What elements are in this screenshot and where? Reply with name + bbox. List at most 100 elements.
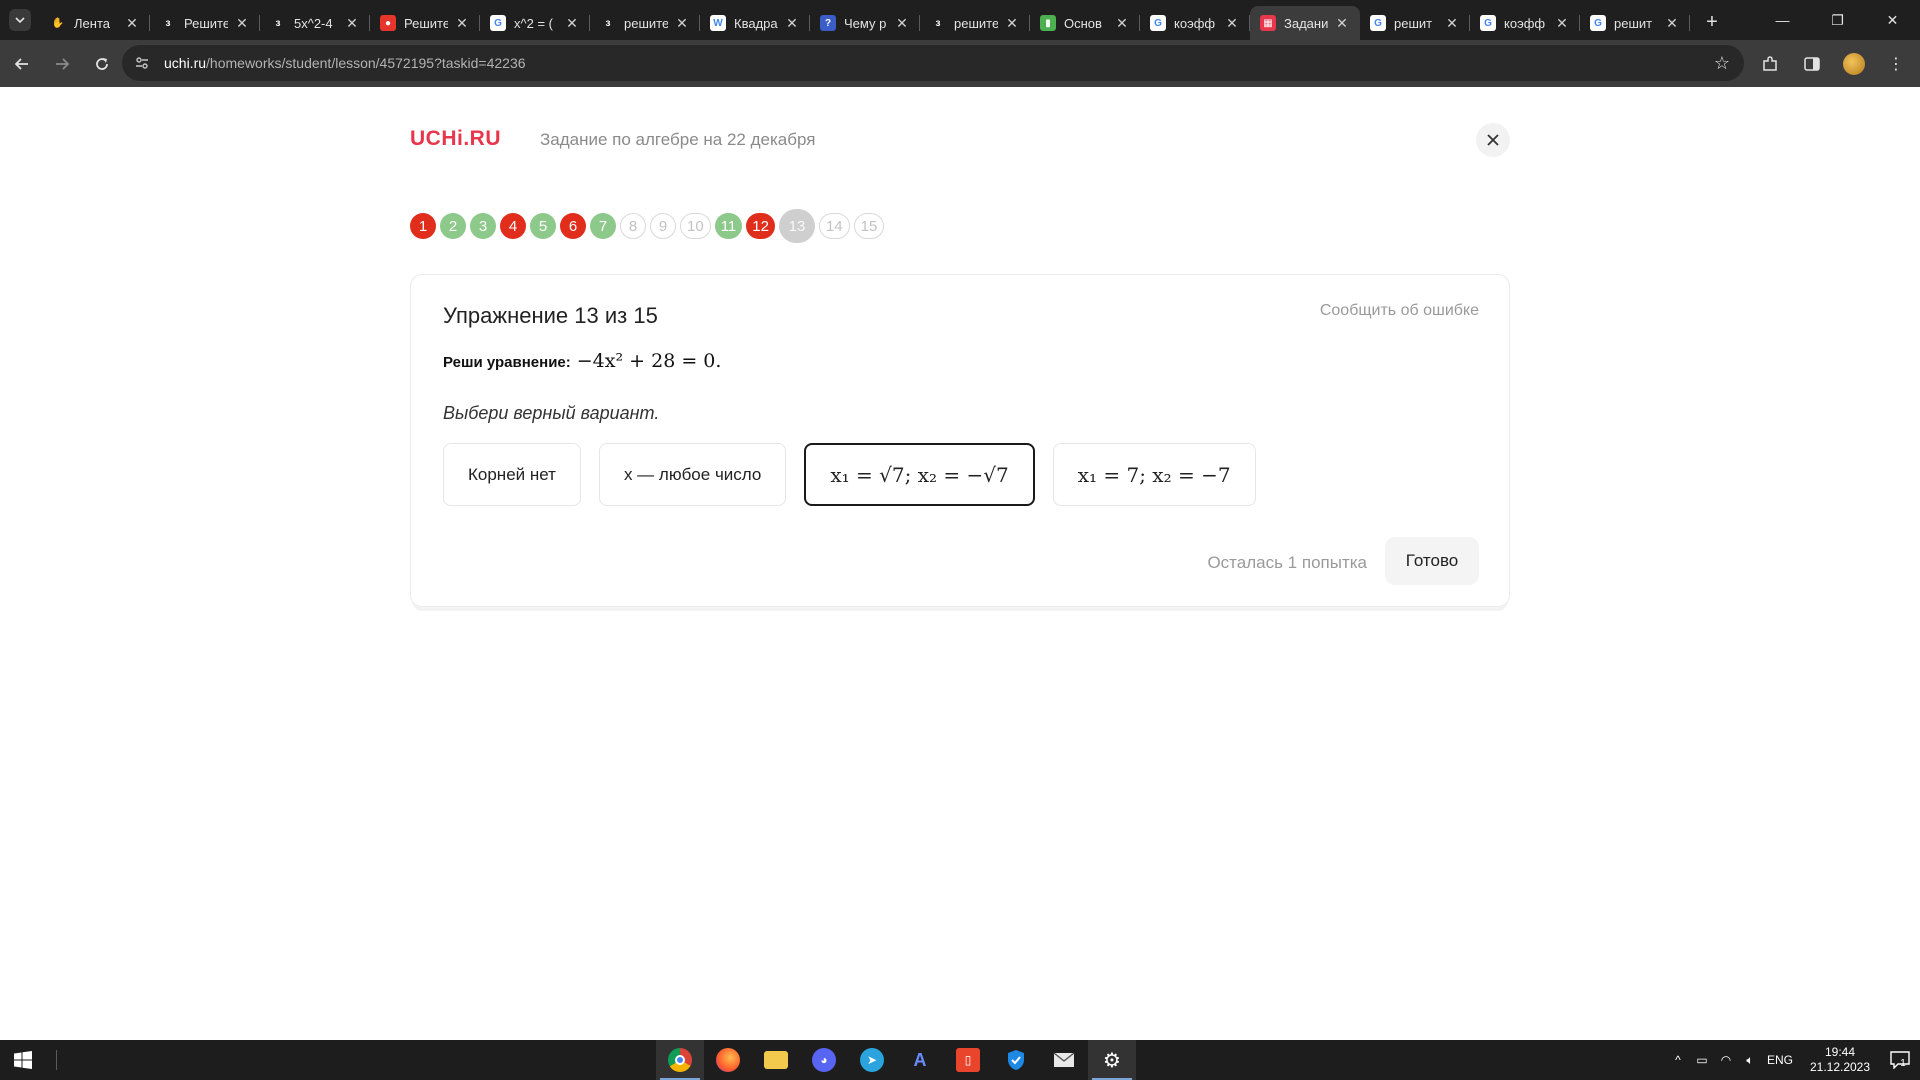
tab-favicon-icon: ? (820, 15, 836, 31)
tab-favicon-icon: G (1590, 15, 1606, 31)
exercise-number-4[interactable]: 4 (500, 213, 526, 239)
exercise-number-7[interactable]: 7 (590, 213, 616, 239)
discord-taskbar-icon[interactable]: ◕ (800, 1040, 848, 1080)
exercise-number-13[interactable]: 13 (778, 209, 815, 243)
browser-tab[interactable]: з решите ✕ (590, 6, 700, 40)
exercise-number-8[interactable]: 8 (620, 213, 646, 239)
firefox-taskbar-icon[interactable] (704, 1040, 752, 1080)
exercise-number-3[interactable]: 3 (470, 213, 496, 239)
new-tab-button[interactable]: + (1696, 6, 1728, 38)
answer-option[interactable]: x₁ = 7; x₂ = −7 (1052, 443, 1256, 506)
browser-tab[interactable]: з Решите ✕ (150, 6, 260, 40)
tab-close-icon[interactable]: ✕ (1664, 15, 1680, 31)
office-taskbar-icon[interactable]: ▯ (944, 1040, 992, 1080)
answer-option[interactable]: x₁ = √7; x₂ = −√7 (804, 443, 1035, 506)
settings-taskbar-icon[interactable]: ⚙ (1088, 1040, 1136, 1080)
mail-taskbar-icon[interactable] (1040, 1040, 1088, 1080)
mail-icon (1052, 1048, 1076, 1072)
browser-tab[interactable]: Gx^2 = (✕ (480, 6, 590, 40)
volume-icon[interactable]: 🔈︎ (1738, 1040, 1762, 1080)
tab-favicon-icon: G (1480, 15, 1496, 31)
close-lesson-button[interactable] (1476, 123, 1510, 157)
tab-close-icon[interactable]: ✕ (344, 15, 360, 31)
clock-date: 21.12.2023 (1809, 1060, 1871, 1074)
browser-tab[interactable]: Gкоэфф ✕ (1140, 6, 1250, 40)
exercise-number-12[interactable]: 12 (746, 213, 775, 239)
explorer-taskbar-icon[interactable] (752, 1040, 800, 1080)
browser-tab[interactable]: ● Решите ✕ (370, 6, 480, 40)
device-icon[interactable]: ▭ (1690, 1040, 1714, 1080)
tab-close-icon[interactable]: ✕ (564, 15, 580, 31)
browser-menu-icon[interactable]: ⋮ (1882, 50, 1910, 78)
restore-button[interactable]: ❐ (1810, 0, 1865, 40)
browser-tab[interactable]: ✋ Лента ✕ (40, 6, 150, 40)
chrome-taskbar-icon[interactable] (656, 1040, 704, 1080)
report-error-link[interactable]: Сообщить об ошибке (1320, 302, 1479, 320)
window-controls: — ❐ ✕ (1755, 0, 1920, 40)
chevron-up-icon[interactable]: ^ (1666, 1040, 1690, 1080)
answer-option[interactable]: x — любое число (598, 443, 787, 506)
done-button[interactable]: Готово (1385, 537, 1479, 585)
side-panel-icon[interactable] (1798, 50, 1826, 78)
bookmark-star-icon[interactable]: ☆ (1714, 53, 1730, 74)
tab-close-icon[interactable]: ✕ (1444, 15, 1460, 31)
tab-close-icon[interactable]: ✕ (1114, 15, 1130, 31)
clock[interactable]: 19:44 21.12.2023 (1804, 1045, 1876, 1075)
exercise-number-11[interactable]: 11 (714, 213, 743, 239)
task-statement: Реши уравнение: −4x² + 28 = 0. (443, 350, 721, 372)
browser-tab[interactable]: W Квадра ✕ (700, 6, 810, 40)
tab-title: решит (1614, 15, 1653, 31)
forward-button[interactable] (44, 46, 80, 82)
wifi-icon[interactable]: ◠ (1714, 1040, 1738, 1080)
exercise-number-15[interactable]: 15 (853, 213, 885, 239)
tab-close-icon[interactable]: ✕ (894, 15, 910, 31)
uchi-logo[interactable]: UCHi.RU (410, 127, 501, 151)
chevron-down-icon (9, 9, 31, 31)
profile-avatar[interactable] (1840, 50, 1868, 78)
address-bar[interactable]: uchi.ru/homeworks/student/lesson/4572195… (122, 45, 1744, 81)
exercise-number-5[interactable]: 5 (530, 213, 556, 239)
tab-close-icon[interactable]: ✕ (1004, 15, 1020, 31)
browser-tab[interactable]: Gрешит ✕ (1360, 6, 1470, 40)
tab-close-icon[interactable]: ✕ (234, 15, 250, 31)
minimize-button[interactable]: — (1755, 0, 1810, 40)
start-button[interactable] (0, 1040, 46, 1080)
answer-options: Корней нет x — любое число x₁ = √7; x₂ = −… (443, 443, 1256, 506)
answer-option[interactable]: Корней нет (443, 443, 581, 506)
close-window-button[interactable]: ✕ (1865, 0, 1920, 40)
reload-button[interactable] (84, 46, 120, 82)
browser-tab[interactable]: ▦ Задани ✕ (1250, 6, 1360, 40)
browser-tab[interactable]: ▮ Основ ✕ (1030, 6, 1140, 40)
extensions-icon[interactable] (1756, 50, 1784, 78)
site-info-icon[interactable] (132, 53, 152, 73)
browser-tab[interactable]: Gрешит ✕ (1580, 6, 1690, 40)
tab-close-icon[interactable]: ✕ (784, 15, 800, 31)
browser-tab[interactable]: з 5x^2-4 ✕ (260, 6, 370, 40)
defender-taskbar-icon[interactable] (992, 1040, 1040, 1080)
app-taskbar-icon[interactable]: A (896, 1040, 944, 1080)
language-indicator[interactable]: ENG (1762, 1040, 1798, 1080)
tab-close-icon[interactable]: ✕ (674, 15, 690, 31)
browser-tab[interactable]: з решите ✕ (920, 6, 1030, 40)
browser-tab[interactable]: Gкоэфф ✕ (1470, 6, 1580, 40)
tab-close-icon[interactable]: ✕ (1224, 15, 1240, 31)
telegram-taskbar-icon[interactable]: ➤ (848, 1040, 896, 1080)
office-icon: ▯ (956, 1048, 980, 1072)
exercise-number-2[interactable]: 2 (440, 213, 466, 239)
back-button[interactable] (4, 46, 40, 82)
exercise-number-10[interactable]: 10 (680, 213, 711, 239)
browser-tab[interactable]: ? Чему р ✕ (810, 6, 920, 40)
exercise-number-9[interactable]: 9 (650, 213, 676, 239)
tab-favicon-icon: ▮ (1040, 15, 1056, 31)
tab-search-button[interactable] (0, 0, 40, 40)
tab-close-icon[interactable]: ✕ (124, 15, 140, 31)
tab-close-icon[interactable]: ✕ (1334, 15, 1350, 31)
exercise-number-6[interactable]: 6 (560, 213, 586, 239)
tab-close-icon[interactable]: ✕ (454, 15, 470, 31)
notifications-button[interactable]: 1 (1876, 1040, 1920, 1080)
exercise-number-1[interactable]: 1 (410, 213, 436, 239)
exercise-number-14[interactable]: 14 (818, 213, 850, 239)
tab-title: x^2 = ( (514, 15, 553, 31)
tab-close-icon[interactable]: ✕ (1554, 15, 1570, 31)
tab-title: Решите (184, 15, 228, 31)
